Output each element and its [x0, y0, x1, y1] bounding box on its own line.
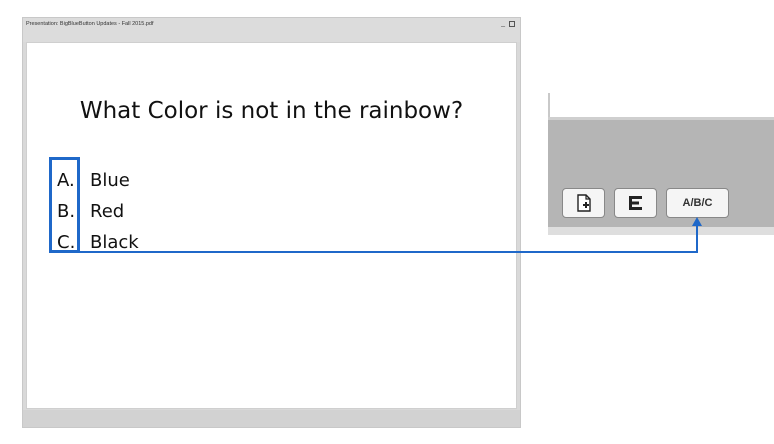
- toolbar-bottom-edge: [548, 227, 774, 235]
- upload-document-icon: [576, 194, 591, 212]
- maximize-button[interactable]: [509, 21, 515, 27]
- presentation-bottom-bar: [23, 410, 520, 427]
- slide-title: What Color is not in the rainbow?: [79, 98, 464, 124]
- bar-chart-button[interactable]: [614, 188, 657, 218]
- presentation-window: Presentation: BigBlueButton Updates - Fa…: [22, 17, 521, 428]
- panel-divider: [548, 93, 550, 119]
- presentation-titlebar: Presentation: BigBlueButton Updates - Fa…: [23, 18, 520, 42]
- answer-text: Blue: [90, 170, 130, 191]
- bar-chart-icon: [628, 196, 642, 210]
- quick-poll-button[interactable]: A/B/C: [666, 188, 729, 218]
- presentation-title: Presentation: BigBlueButton Updates - Fa…: [26, 21, 154, 27]
- window-controls: _: [501, 20, 515, 28]
- slide-canvas: What Color is not in the rainbow? A. Blu…: [26, 42, 517, 409]
- answer-text: Black: [90, 232, 139, 253]
- upload-presentation-button[interactable]: [562, 188, 605, 218]
- answer-letters-highlight: [49, 157, 80, 253]
- answer-text: Red: [90, 201, 125, 222]
- minimize-button[interactable]: _: [501, 20, 505, 28]
